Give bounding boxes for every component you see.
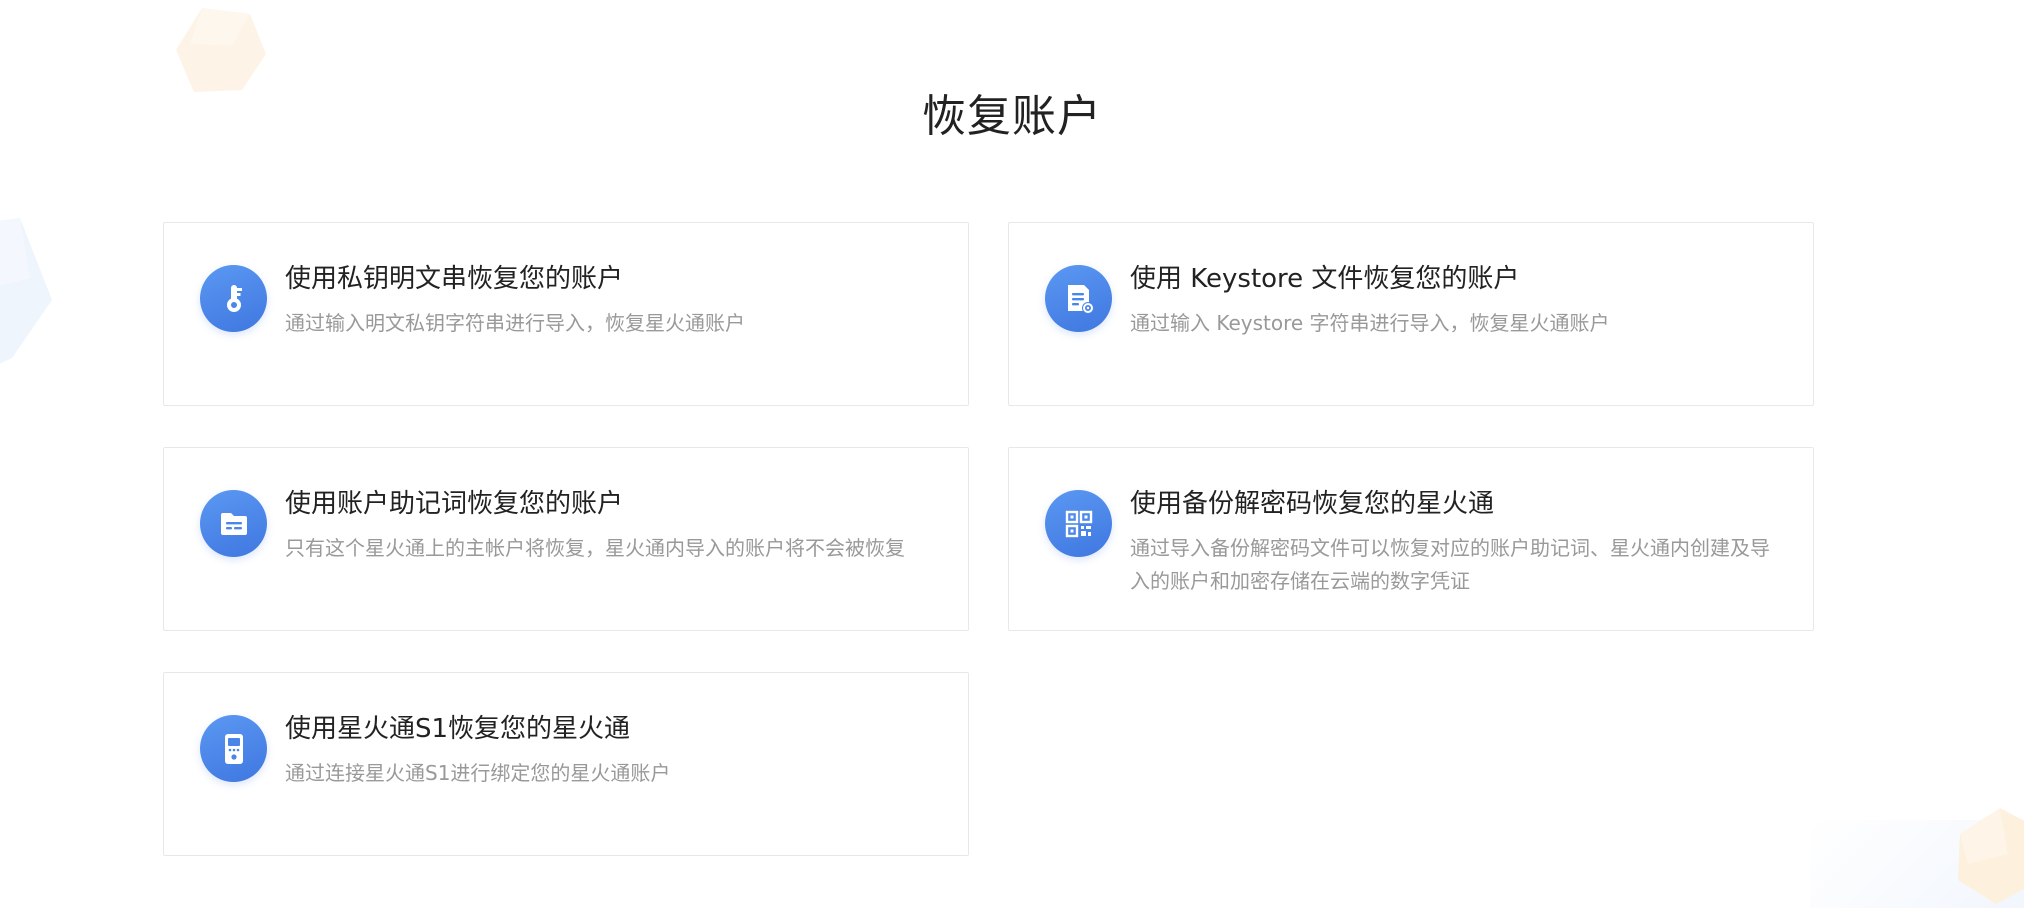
decorative-shape-icon (0, 218, 52, 364)
key-icon (200, 265, 267, 332)
option-title: 使用 Keystore 文件恢复您的账户 (1130, 264, 1520, 294)
mnemonic-folder-icon (200, 490, 267, 557)
qr-code-icon (1045, 490, 1112, 557)
recover-with-backup-code-option[interactable]: 使用备份解密码恢复您的星火通 通过导入备份解密码文件可以恢复对应的账户助记词、星… (1008, 447, 1814, 631)
option-title: 使用账户助记词恢复您的账户 (285, 489, 624, 519)
option-description: 通过导入备份解密码文件可以恢复对应的账户助记词、星火通内创建及导入的账户和加密存… (1130, 536, 1770, 593)
decorative-hexagon-icon (1958, 808, 2024, 904)
recover-with-mnemonic-option[interactable]: 使用账户助记词恢复您的账户 只有这个星火通上的主帐户将恢复，星火通内导入的账户将… (163, 447, 969, 631)
recover-with-s1-device-option[interactable]: 使用星火通S1恢复您的星火通 通过连接星火通S1进行绑定您的星火通账户 (163, 672, 969, 856)
recover-with-private-key-option[interactable]: 使用私钥明文串恢复您的账户 通过输入明文私钥字符串进行导入，恢复星火通账户 (163, 222, 969, 406)
keystore-file-icon (1045, 265, 1112, 332)
option-description: 只有这个星火通上的主帐户将恢复，星火通内导入的账户将不会被恢复 (285, 536, 905, 560)
option-description: 通过输入明文私钥字符串进行导入，恢复星火通账户 (285, 311, 745, 335)
option-description: 通过输入 Keystore 字符串进行导入，恢复星火通账户 (1130, 311, 1610, 335)
option-title: 使用私钥明文串恢复您的账户 (285, 264, 624, 294)
recover-with-keystore-option[interactable]: 使用 Keystore 文件恢复您的账户 通过输入 Keystore 字符串进行… (1008, 222, 1814, 406)
option-title: 使用星火通S1恢复您的星火通 (285, 714, 631, 744)
option-title: 使用备份解密码恢复您的星火通 (1130, 489, 1495, 519)
page-title: 恢复账户 (922, 91, 1102, 143)
decorative-hexagon-icon (176, 8, 266, 92)
recover-account-page: 恢复账户 使用私钥明文串恢复您的账户 通过输入明文私钥字符串进行导入，恢复星火通… (0, 0, 2024, 908)
option-description: 通过连接星火通S1进行绑定您的星火通账户 (285, 761, 671, 785)
hardware-device-icon (200, 715, 267, 782)
decorative-glow (1810, 820, 2024, 908)
